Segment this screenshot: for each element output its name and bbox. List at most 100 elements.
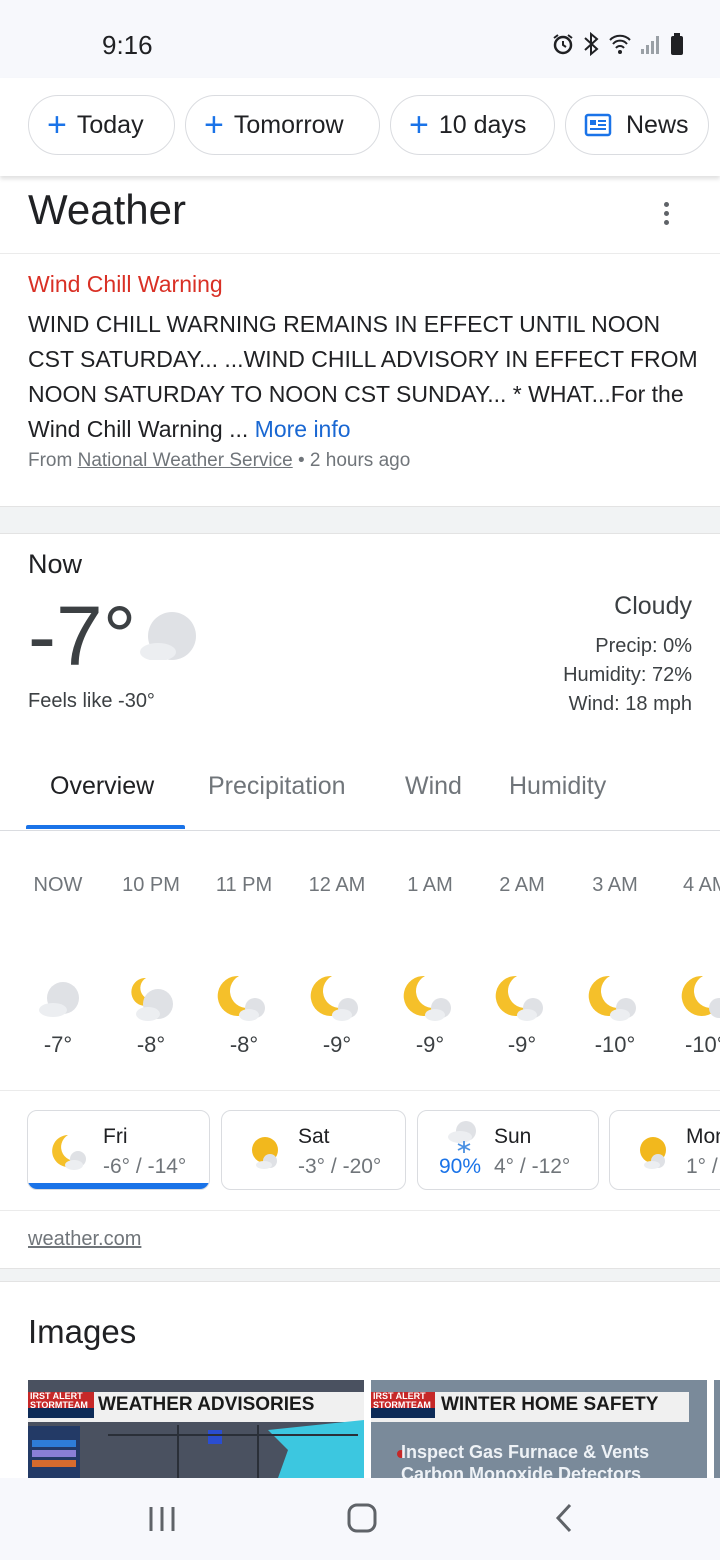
tab-humidity[interactable]: Humidity bbox=[509, 772, 606, 801]
hour-time: 11 PM bbox=[215, 874, 273, 896]
day-card-sun[interactable]: 90% Sun 4° / -12° bbox=[417, 1110, 599, 1190]
humidity-value: Humidity: 72% bbox=[563, 664, 692, 686]
section-gap bbox=[0, 1268, 720, 1282]
weather-com-link[interactable]: weather.com bbox=[28, 1228, 141, 1251]
images-title: Images bbox=[28, 1313, 137, 1350]
partly-cloudy-night-icon bbox=[217, 975, 265, 1021]
now-label: Now bbox=[28, 549, 83, 579]
hour-time: 10 PM bbox=[122, 874, 180, 896]
thumb-line: Inspect Gas Furnace & Vents bbox=[401, 1442, 650, 1462]
partly-cloudy-night-icon bbox=[495, 975, 543, 1021]
section-gap bbox=[0, 506, 720, 534]
chip-today[interactable]: + Today bbox=[28, 95, 175, 155]
thumb-heading: WEATHER ADVISORIES bbox=[98, 1394, 315, 1415]
source-prefix: From bbox=[28, 450, 73, 471]
hour-temp: -9° bbox=[507, 1032, 537, 1057]
hour-time: 12 AM bbox=[308, 874, 366, 896]
hour-temp: -9° bbox=[415, 1032, 445, 1057]
thumb-heading: WINTER HOME SAFETY bbox=[441, 1394, 659, 1415]
divider bbox=[0, 253, 720, 254]
battery-icon bbox=[671, 33, 683, 55]
status-icons bbox=[552, 32, 684, 56]
divider bbox=[0, 1210, 720, 1211]
precip-value: Precip: 0% bbox=[595, 635, 692, 657]
partly-cloudy-night-icon bbox=[52, 1135, 86, 1170]
selected-day-indicator bbox=[28, 1183, 209, 1189]
image-thumb-advisories[interactable]: IRST ALERT STORMTEAM WEATHER ADVISORIES bbox=[28, 1380, 364, 1478]
badge-text: IRST ALERT STORMTEAM bbox=[373, 1391, 431, 1410]
nws-link[interactable]: National Weather Service bbox=[78, 450, 293, 471]
condition: Cloudy bbox=[614, 592, 692, 620]
partly-cloudy-night-icon bbox=[131, 977, 173, 1021]
hour-time: NOW bbox=[33, 874, 83, 896]
more-options-icon[interactable] bbox=[664, 202, 672, 229]
chip-label: Today bbox=[76, 110, 144, 139]
more-info-link[interactable]: More info bbox=[255, 416, 351, 442]
image-thumb-home-safety[interactable]: IRST ALERT STORMTEAM WINTER HOME SAFETY … bbox=[371, 1380, 707, 1478]
source-suffix: • 2 hours ago bbox=[297, 450, 411, 471]
image-thumb-next[interactable] bbox=[714, 1380, 720, 1478]
quick-chips: + Today + Tomorrow + 10 days News bbox=[0, 78, 720, 176]
hour-temp: -8° bbox=[229, 1032, 259, 1057]
hour-temp: -10° bbox=[594, 1032, 636, 1057]
status-time: 9:16 bbox=[102, 30, 153, 60]
signal-icon bbox=[641, 36, 659, 54]
tab-overview[interactable]: Overview bbox=[50, 772, 154, 801]
cloudy-icon bbox=[140, 612, 196, 660]
weather-title: Weather bbox=[28, 186, 186, 233]
day-precip: 90% bbox=[439, 1155, 482, 1178]
day-name: Fri bbox=[103, 1125, 128, 1148]
current-temperature: -7° bbox=[28, 589, 137, 683]
chip-tomorrow[interactable]: + Tomorrow bbox=[185, 95, 380, 155]
divider bbox=[0, 1090, 720, 1091]
hour-temp: -7° bbox=[43, 1032, 73, 1057]
chip-label: 10 days bbox=[438, 110, 527, 139]
alarm-icon bbox=[553, 34, 573, 55]
feels-like: Feels like -30° bbox=[28, 690, 155, 712]
day-temps: -6° / -14° bbox=[103, 1155, 187, 1178]
badge-text: IRST ALERT STORMTEAM bbox=[30, 1391, 88, 1410]
system-nav-bar bbox=[0, 1478, 720, 1560]
day-card-fri[interactable]: Fri -6° / -14° bbox=[27, 1110, 210, 1190]
tab-precipitation[interactable]: Precipitation bbox=[208, 772, 346, 801]
hour-time: 4 AM bbox=[683, 874, 720, 896]
thumb-line: Carbon Monoxide Detectors bbox=[401, 1464, 642, 1478]
partly-cloudy-night-icon bbox=[588, 975, 636, 1021]
partly-cloudy-night-icon bbox=[310, 975, 358, 1021]
hour-time: 1 AM bbox=[407, 874, 453, 896]
day-temps: -3° / -20° bbox=[298, 1155, 382, 1178]
plus-icon: + bbox=[47, 106, 67, 144]
day-card-mon[interactable]: Mon 1° / bbox=[609, 1110, 720, 1190]
partly-sunny-icon bbox=[252, 1137, 278, 1169]
alert-source: From National Weather Service • 2 hours … bbox=[28, 450, 410, 472]
bluetooth-icon bbox=[584, 32, 599, 56]
tab-wind[interactable]: Wind bbox=[405, 772, 462, 801]
day-card-sat[interactable]: Sat -3° / -20° bbox=[221, 1110, 406, 1190]
day-temps: 1° / bbox=[686, 1155, 718, 1178]
partly-sunny-icon bbox=[640, 1137, 666, 1169]
snow-icon bbox=[448, 1121, 476, 1153]
chip-label: Tomorrow bbox=[233, 110, 344, 139]
day-name: Mon bbox=[686, 1125, 720, 1148]
wifi-icon bbox=[609, 34, 631, 54]
hour-temp: -9° bbox=[322, 1032, 352, 1057]
day-temps: 4° / -12° bbox=[494, 1155, 571, 1178]
alert-body: WIND CHILL WARNING REMAINS IN EFFECT UNT… bbox=[28, 307, 698, 447]
wind-value: Wind: 18 mph bbox=[568, 693, 692, 715]
day-name: Sun bbox=[494, 1125, 532, 1148]
home-icon[interactable] bbox=[346, 1502, 378, 1534]
back-icon[interactable] bbox=[552, 1502, 576, 1534]
status-bar: 9:16 bbox=[0, 0, 720, 78]
hour-temp: -8° bbox=[136, 1032, 166, 1057]
partly-cloudy-night-icon bbox=[403, 975, 451, 1021]
chip-news[interactable]: News bbox=[565, 95, 709, 155]
plus-icon: + bbox=[409, 106, 429, 144]
plus-icon: + bbox=[204, 106, 224, 144]
weather-stats: Precip: 0% Humidity: 72% Wind: 18 mph bbox=[563, 632, 692, 719]
active-tab-indicator bbox=[26, 825, 185, 829]
recent-apps-icon[interactable] bbox=[146, 1504, 178, 1534]
hour-time: 3 AM bbox=[592, 874, 638, 896]
alert-title[interactable]: Wind Chill Warning bbox=[28, 271, 223, 298]
chip-10-days[interactable]: + 10 days bbox=[390, 95, 555, 155]
hour-time: 2 AM bbox=[499, 874, 545, 896]
